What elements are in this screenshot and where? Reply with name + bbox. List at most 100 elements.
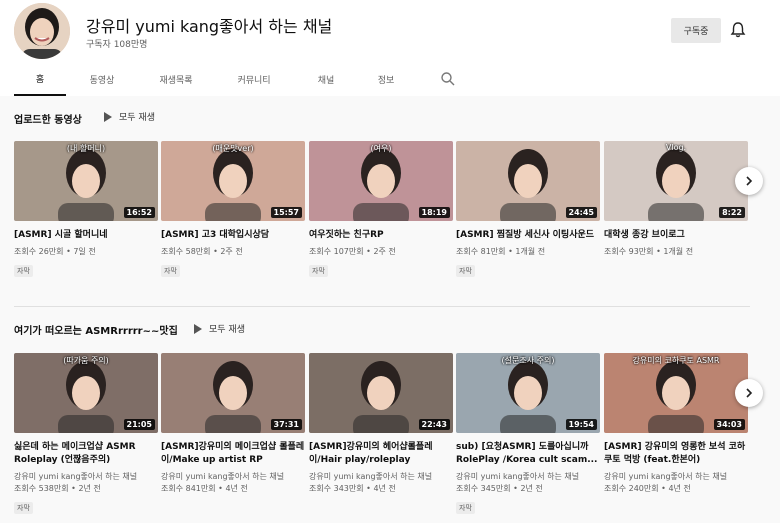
video-title[interactable]: [ASMR] 고3 대학입시상담: [161, 229, 305, 242]
tab-home[interactable]: 홈: [14, 62, 66, 96]
next-arrow-button[interactable]: [735, 379, 763, 407]
thumbnail-caption: (매운맛ver): [212, 144, 254, 153]
subtitle-badge: 자막: [14, 265, 33, 277]
channel-name: 강유미 yumi kang좋아서 하는 채널: [86, 17, 333, 36]
view-count: 조회수 841만회: [161, 484, 216, 493]
thumbnail-caption: 강유미의 코하쿠토 ASMR: [632, 356, 720, 365]
thumbnail-caption: (설문조사 주의): [501, 356, 555, 365]
video-title[interactable]: sub) [요청ASMR] 도를아십니까 RolePlay /Korea cul…: [456, 441, 600, 467]
video-duration: 16:52: [123, 207, 155, 218]
subscriber-count: 구독자 108만명: [86, 40, 148, 50]
video-thumbnail[interactable]: Vlog. 8:22: [604, 141, 748, 221]
thumbnail-caption: (여우): [370, 144, 392, 153]
subtitle-badge: 자막: [161, 265, 180, 277]
thumbnail-caption: (내 할머니): [66, 144, 106, 153]
video-channel[interactable]: 강유미 yumi kang좋아서 하는 채널: [14, 471, 158, 483]
video-thumbnail[interactable]: 강유미의 코하쿠토 ASMR 34:03: [604, 353, 748, 433]
video-card[interactable]: 24:45 [ASMR] 찜질방 세신사 이팅사운드 조회수 81만회 • 1개…: [456, 141, 600, 277]
video-channel[interactable]: 강유미 yumi kang좋아서 하는 채널: [604, 471, 748, 483]
section-title-playlist[interactable]: 여기가 떠오르는 ASMRrrrrr~~맛집: [14, 322, 178, 337]
subscribed-button[interactable]: 구독중: [671, 18, 721, 43]
view-count: 조회수 343만회: [309, 484, 364, 493]
tab-community[interactable]: 커뮤니티: [228, 62, 280, 96]
video-thumbnail[interactable]: (따가움 주의) 21:05: [14, 353, 158, 433]
video-duration: 24:45: [565, 207, 597, 218]
search-icon[interactable]: [440, 71, 456, 87]
video-channel[interactable]: 강유미 yumi kang좋아서 하는 채널: [309, 471, 453, 483]
play-all-label: 모두 재생: [209, 325, 245, 335]
section-title-uploads[interactable]: 업로드한 동영상: [14, 111, 82, 126]
video-card[interactable]: (내 할머니) 16:52 [ASMR] 시골 할머니네 조회수 26만회 • …: [14, 141, 158, 277]
view-count: 조회수 93만회: [604, 247, 654, 256]
subtitle-badge: 자막: [456, 502, 475, 514]
video-stats: 조회수 58만회 • 2주 전: [161, 246, 305, 258]
video-stats: 조회수 343만회 • 4년 전: [309, 483, 453, 495]
bell-icon[interactable]: [729, 21, 747, 39]
subtitle-badge: 자막: [309, 265, 328, 277]
upload-age: 4년 전: [373, 484, 396, 493]
upload-age: 4년 전: [225, 484, 248, 493]
chevron-right-icon: [746, 176, 753, 186]
video-thumbnail[interactable]: (설문조사 주의) 19:54: [456, 353, 600, 433]
video-stats: 조회수 93만회 • 1개월 전: [604, 246, 748, 258]
video-stats: 조회수 345만회 • 2년 전: [456, 483, 600, 495]
video-card[interactable]: (여우) 18:19 여우짓하는 친구RP 조회수 107만회 • 2주 전 자…: [309, 141, 453, 277]
upload-age: 1개월 전: [663, 247, 694, 256]
video-card[interactable]: (따가움 주의) 21:05 싫은데 하는 메이크업샵 ASMR Rolepla…: [14, 353, 158, 514]
view-count: 조회수 538만회: [14, 484, 69, 493]
tab-playlists[interactable]: 재생목록: [150, 62, 202, 96]
video-duration: 8:22: [719, 207, 745, 218]
video-stats: 조회수 841만회 • 4년 전: [161, 483, 305, 495]
tab-about[interactable]: 정보: [360, 62, 412, 96]
upload-age: 4년 전: [668, 484, 691, 493]
video-thumbnail[interactable]: (매운맛ver) 15:57: [161, 141, 305, 221]
video-card[interactable]: (매운맛ver) 15:57 [ASMR] 고3 대학입시상담 조회수 58만회…: [161, 141, 305, 277]
video-thumbnail[interactable]: (내 할머니) 16:52: [14, 141, 158, 221]
video-thumbnail[interactable]: (여우) 18:19: [309, 141, 453, 221]
video-duration: 37:31: [270, 419, 302, 430]
video-title[interactable]: [ASMR]강유미의 헤어샵롤플레이/Hair play/roleplay: [309, 441, 453, 467]
video-thumbnail[interactable]: 24:45: [456, 141, 600, 221]
video-stats: 조회수 240만회 • 4년 전: [604, 483, 748, 495]
view-count: 조회수 26만회: [14, 247, 64, 256]
next-arrow-button[interactable]: [735, 167, 763, 195]
video-stats: 조회수 538만회 • 2년 전: [14, 483, 158, 495]
tab-channels[interactable]: 채널: [300, 62, 352, 96]
upload-age: 2주 전: [220, 247, 243, 256]
upload-age: 2주 전: [373, 247, 396, 256]
channel-avatar[interactable]: [14, 3, 70, 59]
video-title[interactable]: 여우짓하는 친구RP: [309, 229, 453, 242]
video-title[interactable]: 싫은데 하는 메이크업샵 ASMR Roleplay (언짢음주의): [14, 441, 158, 467]
play-all-button-playlist[interactable]: 모두 재생: [194, 322, 245, 335]
play-all-button-uploads[interactable]: 모두 재생: [104, 110, 155, 123]
video-channel[interactable]: 강유미 yumi kang좋아서 하는 채널: [161, 471, 305, 483]
video-duration: 21:05: [123, 419, 155, 430]
video-title[interactable]: [ASMR] 강유미의 영롱한 보석 코하쿠토 먹방 (feat.한본어): [604, 441, 748, 467]
video-stats: 조회수 107만회 • 2주 전: [309, 246, 453, 258]
upload-age: 1개월 전: [515, 247, 546, 256]
video-stats: 조회수 81만회 • 1개월 전: [456, 246, 600, 258]
thumbnail-caption: Vlog.: [665, 143, 687, 152]
play-all-label: 모두 재생: [119, 113, 155, 123]
video-card[interactable]: (설문조사 주의) 19:54 sub) [요청ASMR] 도를아십니까 Rol…: [456, 353, 600, 514]
video-card[interactable]: 37:31 [ASMR]강유미의 메이크업샵 롤플레이/Make up arti…: [161, 353, 305, 495]
play-icon: [194, 323, 202, 334]
video-title[interactable]: [ASMR] 찜질방 세신사 이팅사운드: [456, 229, 600, 242]
video-card[interactable]: 강유미의 코하쿠토 ASMR 34:03 [ASMR] 강유미의 영롱한 보석 …: [604, 353, 748, 495]
video-card[interactable]: Vlog. 8:22 대학생 종강 브이로그 조회수 93만회 • 1개월 전: [604, 141, 748, 258]
video-duration: 34:03: [713, 419, 745, 430]
chevron-right-icon: [746, 388, 753, 398]
upload-age: 2년 전: [520, 484, 543, 493]
video-thumbnail[interactable]: 22:43: [309, 353, 453, 433]
video-duration: 22:43: [418, 419, 450, 430]
section-divider: [14, 306, 750, 307]
view-count: 조회수 345만회: [456, 484, 511, 493]
video-title[interactable]: [ASMR] 시골 할머니네: [14, 229, 158, 242]
video-card[interactable]: 22:43 [ASMR]강유미의 헤어샵롤플레이/Hair play/rolep…: [309, 353, 453, 495]
video-title[interactable]: 대학생 종강 브이로그: [604, 229, 748, 242]
video-title[interactable]: [ASMR]강유미의 메이크업샵 롤플레이/Make up artist RP: [161, 441, 305, 467]
view-count: 조회수 58만회: [161, 247, 211, 256]
video-channel[interactable]: 강유미 yumi kang좋아서 하는 채널: [456, 471, 600, 483]
tab-videos[interactable]: 동영상: [76, 62, 128, 96]
video-thumbnail[interactable]: 37:31: [161, 353, 305, 433]
